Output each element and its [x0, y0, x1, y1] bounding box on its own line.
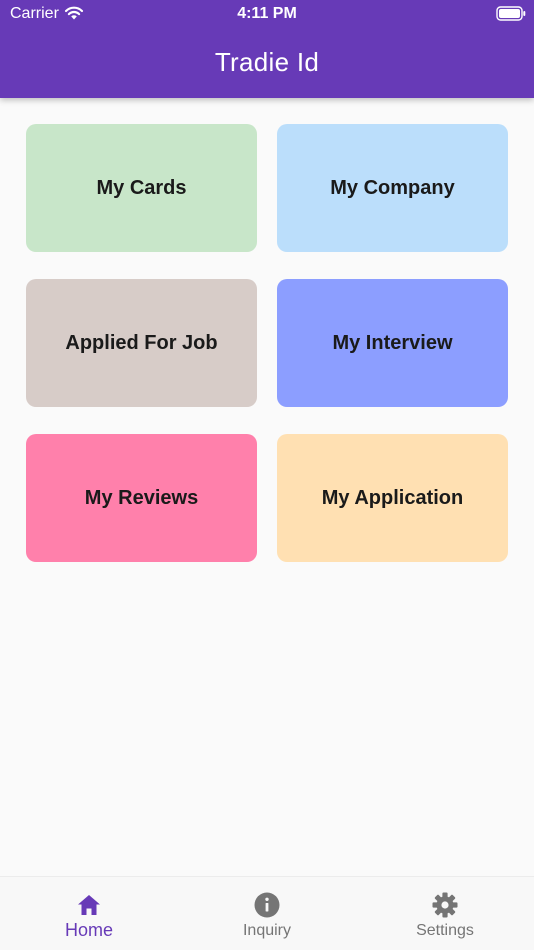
my-interview-tile[interactable]: My Interview — [277, 279, 508, 407]
tile-label: My Application — [321, 486, 464, 509]
applied-for-job-tile[interactable]: Applied For Job — [26, 279, 257, 407]
nav-item-home[interactable]: Home — [0, 877, 178, 950]
page-title: Tradie Id — [214, 47, 320, 77]
tile-label: My Reviews — [84, 486, 199, 509]
nav-item-inquiry[interactable]: Inquiry — [178, 877, 356, 950]
nav-label-settings: Settings — [416, 922, 474, 939]
bottom-navigation: Home Inquiry Settings — [0, 876, 534, 950]
nav-label-inquiry: Inquiry — [242, 922, 292, 939]
tile-label: My Interview — [332, 331, 453, 354]
my-application-tile[interactable]: My Application — [277, 434, 508, 562]
nav-item-settings[interactable]: Settings — [356, 877, 534, 950]
home-screen: Carrier 4:11 PM Tradie Id My Cards My Co… — [0, 0, 534, 950]
tile-label: My Cards — [96, 176, 187, 199]
my-company-tile[interactable]: My Company — [277, 124, 508, 252]
status-time: 4:11 PM — [237, 5, 297, 22]
battery-icon — [496, 6, 526, 21]
tile-label: My Company — [330, 176, 455, 199]
info-icon — [254, 892, 280, 918]
gear-icon — [432, 892, 458, 918]
nav-label-home: Home — [64, 920, 113, 940]
tile-label: Applied For Job — [65, 331, 218, 354]
my-reviews-tile[interactable]: My Reviews — [26, 434, 257, 562]
my-cards-tile[interactable]: My Cards — [26, 124, 257, 252]
status-bar: Carrier 4:11 PM — [0, 0, 534, 28]
app-bar: Carrier 4:11 PM Tradie Id — [0, 0, 534, 98]
home-icon — [78, 895, 100, 915]
